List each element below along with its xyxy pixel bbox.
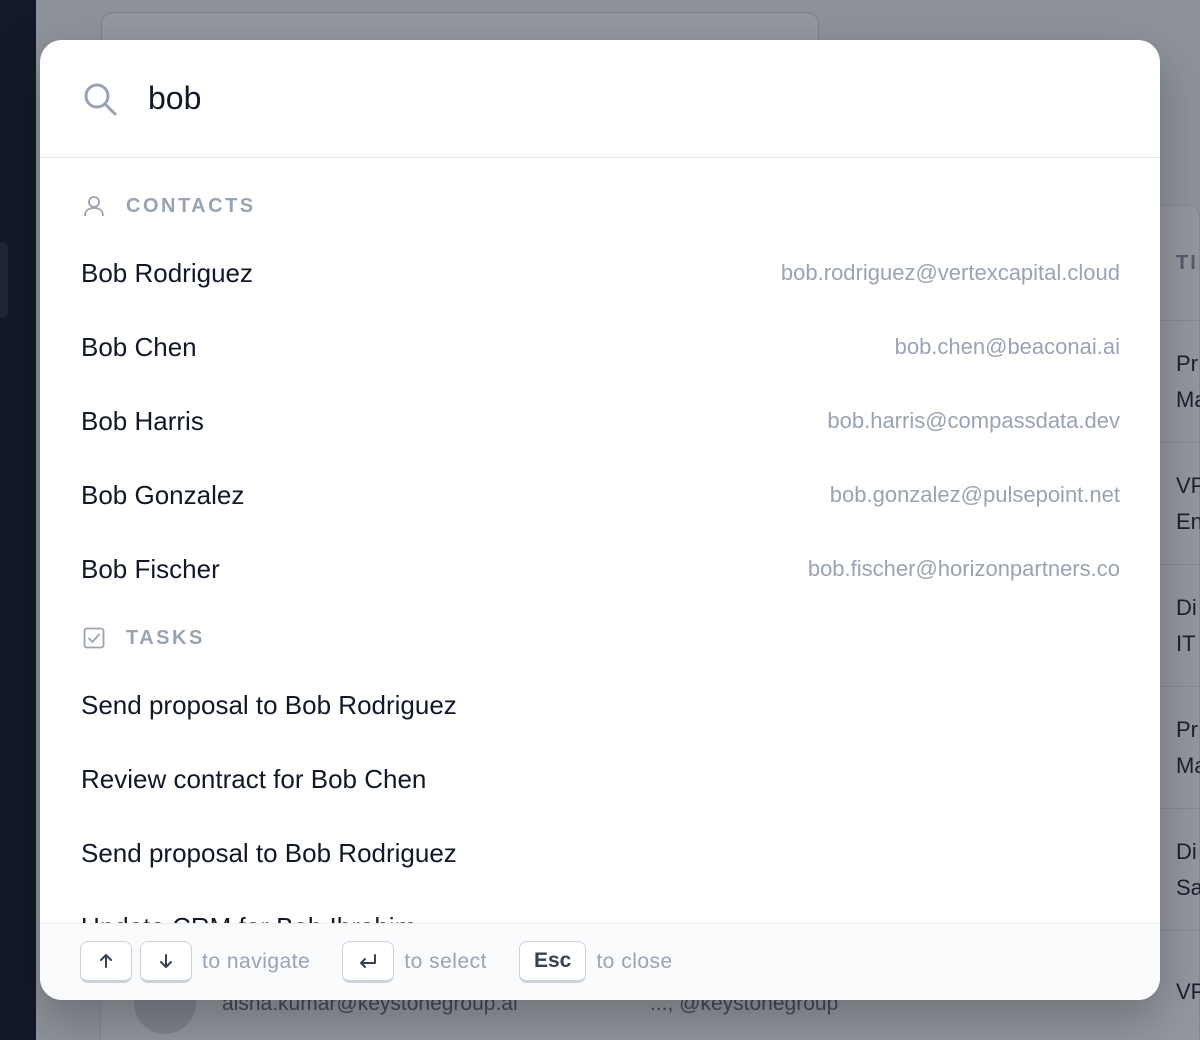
select-hint: to select <box>404 950 487 973</box>
task-title: Send proposal to Bob Rodriguez <box>81 837 457 868</box>
section-header-tasks: TASKS <box>40 608 1160 668</box>
task-title: Update CRM for Bob Ibrahim <box>81 912 416 924</box>
close-hint: to close <box>596 950 673 973</box>
contact-result[interactable]: Bob Rodriguez bob.rodriguez@vertexcapita… <box>40 236 1160 310</box>
contact-email: bob.chen@beaconai.ai <box>894 334 1120 359</box>
esc-key: Esc <box>518 941 587 983</box>
section-label: CONTACTS <box>126 194 256 217</box>
task-title: Send proposal to Bob Rodriguez <box>81 689 457 720</box>
enter-key <box>342 941 395 983</box>
task-result[interactable]: Review contract for Bob Chen <box>40 742 1160 816</box>
contact-result[interactable]: Bob Harris bob.harris@compassdata.dev <box>40 384 1160 458</box>
results-list[interactable]: CONTACTS Bob Rodriguez bob.rodriguez@ver… <box>40 158 1160 924</box>
arrow-up-key <box>80 941 132 983</box>
checkbox-icon <box>83 627 105 649</box>
arrow-up-icon <box>100 954 112 968</box>
task-result[interactable]: Update CRM for Bob Ibrahim <box>40 890 1160 924</box>
navigate-hint: to navigate <box>202 950 311 973</box>
arrow-down-icon <box>160 954 172 968</box>
contact-email: bob.gonzalez@pulsepoint.net <box>829 482 1120 507</box>
task-result[interactable]: Send proposal to Bob Rodriguez <box>40 668 1160 742</box>
contact-result[interactable]: Bob Fischer bob.fischer@horizonpartners.… <box>40 532 1160 606</box>
task-result[interactable]: Send proposal to Bob Rodriguez <box>40 816 1160 890</box>
contact-result[interactable]: Bob Chen bob.chen@beaconai.ai <box>40 310 1160 384</box>
search-icon <box>84 83 117 115</box>
contact-email: bob.harris@compassdata.dev <box>827 408 1120 433</box>
contact-result[interactable]: Bob Gonzalez bob.gonzalez@pulsepoint.net <box>40 458 1160 532</box>
search-input[interactable] <box>148 80 1048 117</box>
contact-name: Bob Rodriguez <box>81 257 253 288</box>
enter-icon <box>360 954 377 968</box>
contact-email: bob.fischer@horizonpartners.co <box>807 556 1120 581</box>
contact-name: Bob Gonzalez <box>81 479 245 510</box>
palette-search-row <box>40 40 1160 158</box>
section-label: TASKS <box>126 626 205 649</box>
palette-footer: to navigate to select Esc to close <box>40 923 1160 1000</box>
section-header-contacts: CONTACTS <box>40 176 1160 236</box>
contact-name: Bob Chen <box>81 331 197 362</box>
contact-name: Bob Fischer <box>81 553 220 584</box>
command-palette: CONTACTS Bob Rodriguez bob.rodriguez@ver… <box>40 40 1160 1000</box>
user-icon <box>84 196 104 217</box>
contact-name: Bob Harris <box>81 405 204 436</box>
arrow-down-key <box>140 941 192 983</box>
contact-email: bob.rodriguez@vertexcapital.cloud <box>780 260 1120 285</box>
task-title: Review contract for Bob Chen <box>81 763 427 794</box>
